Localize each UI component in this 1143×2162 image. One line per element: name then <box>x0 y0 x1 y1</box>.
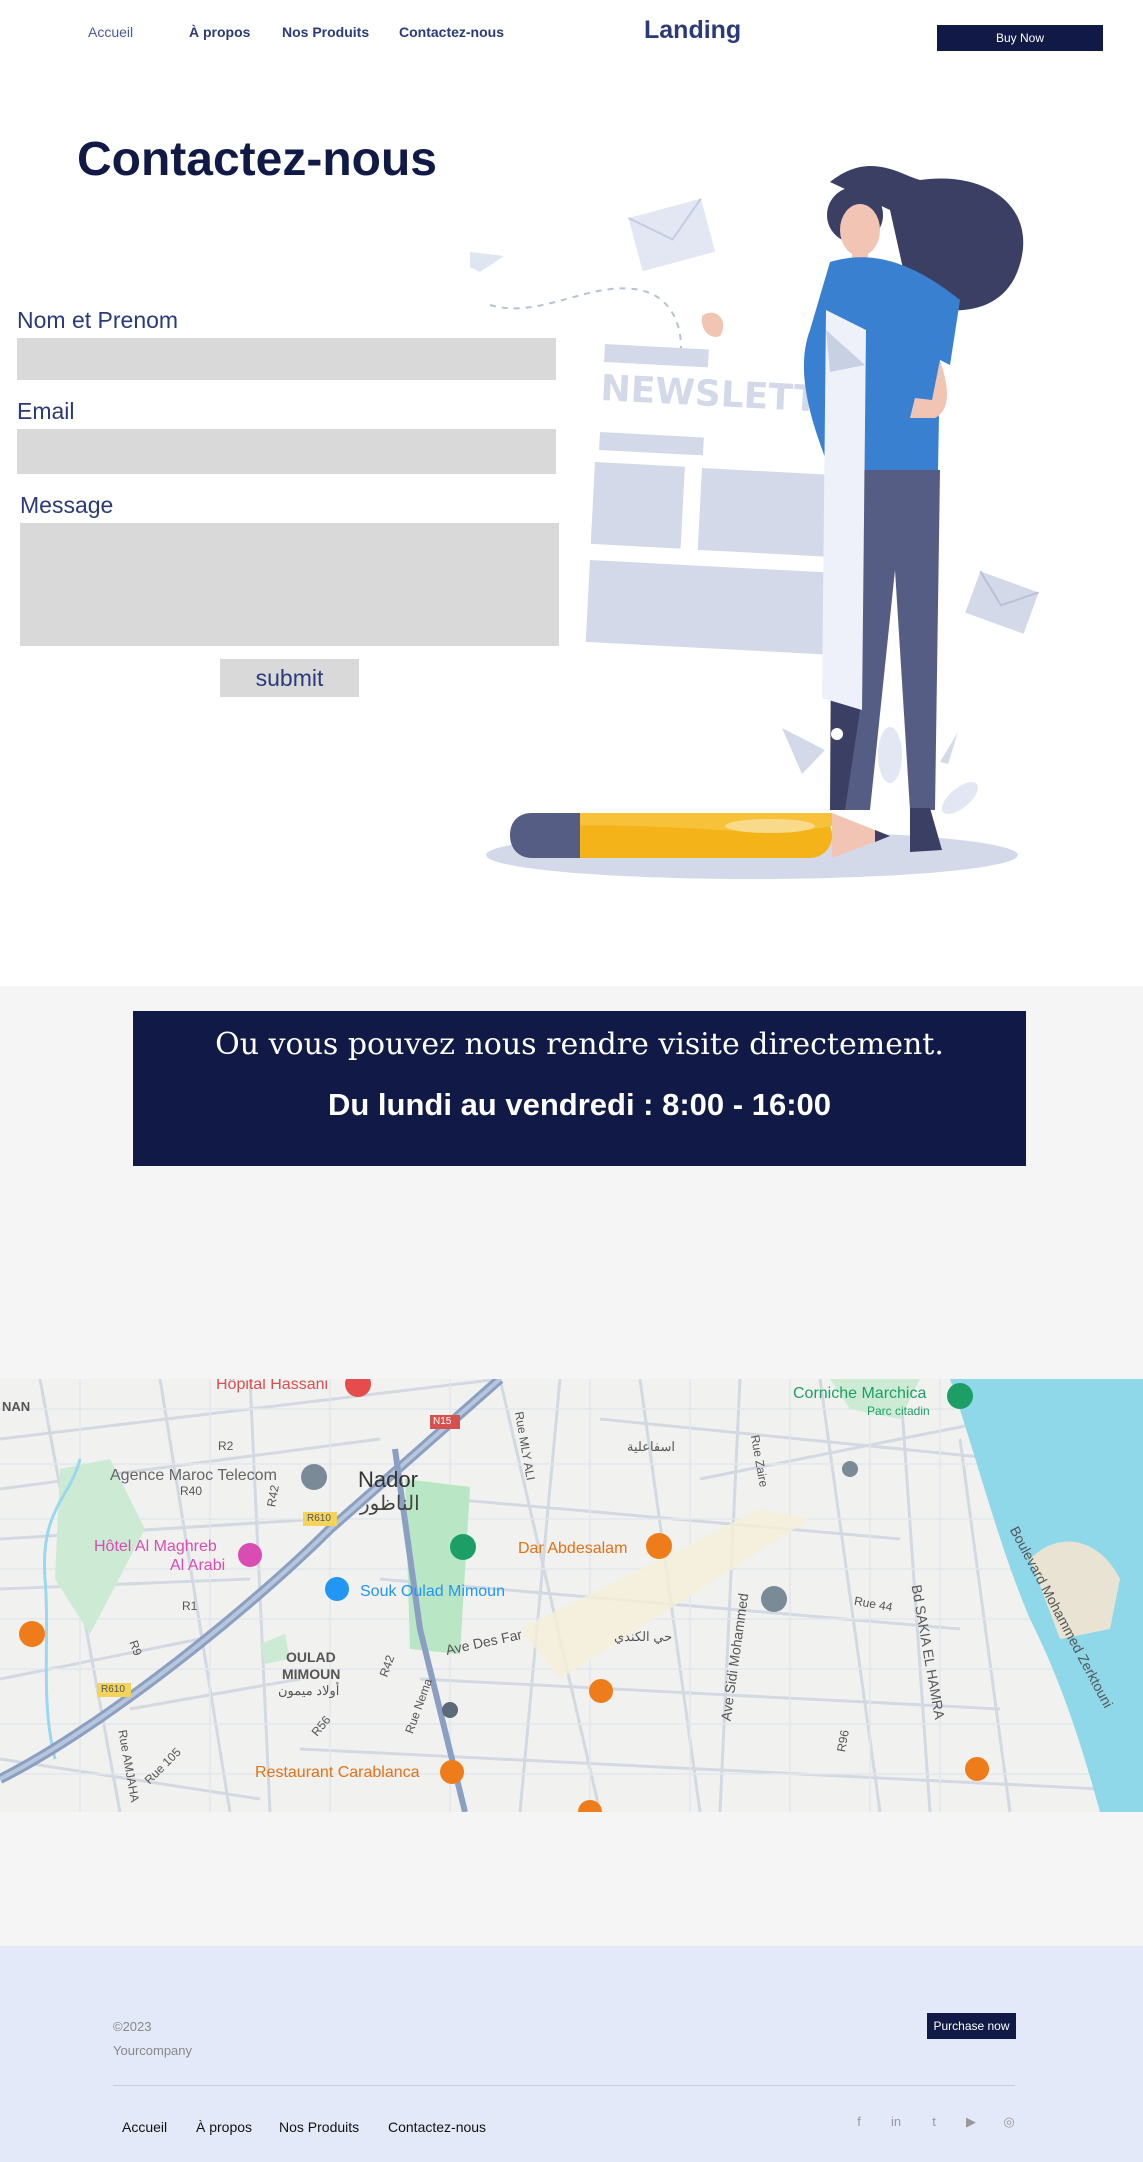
twitter-icon[interactable]: t <box>926 2114 942 2130</box>
footer-divider <box>113 2085 1015 2086</box>
map-label-oulad-mimoun-arabic: أولاد ميمون <box>278 1683 340 1698</box>
road-shield-r610-2: R610 <box>101 1684 125 1695</box>
footer: ©2023 Yourcompany Purchase now Accueil À… <box>0 1946 1143 2162</box>
map-label-souk: Souk Oulad Mimoun <box>360 1583 505 1600</box>
email-label: Email <box>17 398 75 424</box>
instagram-icon[interactable]: ◎ <box>1001 2114 1017 2130</box>
road-label-r40: R40 <box>180 1484 203 1498</box>
road-shield-n15: N15 <box>433 1416 452 1427</box>
visit-banner: Ou vous pouvez nous rendre visite direct… <box>133 1011 1026 1166</box>
newsletter-illustration: NEWSLETTER <box>470 165 1039 879</box>
youtube-icon[interactable]: ▶ <box>963 2114 979 2130</box>
submit-button[interactable]: submit <box>220 659 359 697</box>
road-label-r1: R1 <box>182 1599 198 1613</box>
footer-link-accueil[interactable]: Accueil <box>122 2119 167 2135</box>
name-label: Nom et Prenom <box>17 307 179 333</box>
nav-link-a-propos[interactable]: À propos <box>189 24 250 40</box>
message-label: Message <box>20 492 114 518</box>
map-label-oulad: OULAD <box>286 1649 336 1665</box>
location-map[interactable]: Hôpital Hassani Agence Maroc Telecom Nad… <box>0 1379 1143 1812</box>
top-navigation: Accueil À propos Nos Produits Contactez-… <box>0 0 1143 70</box>
map-label-hopital: Hôpital Hassani <box>216 1379 329 1393</box>
map-label-restaurant-carablanca: Restaurant Carablanca <box>255 1764 420 1781</box>
road-label-r2: R2 <box>218 1439 234 1453</box>
map-label-nador-arabic: الناظور <box>360 1493 420 1515</box>
map-label-dar-abdesalam: Dar Abdesalam <box>518 1540 628 1557</box>
footer-company: Yourcompany <box>113 2043 193 2058</box>
nav-link-accueil[interactable]: Accueil <box>88 24 133 40</box>
footer-link-a-propos[interactable]: À propos <box>196 2119 252 2135</box>
map-label-maroc-telecom: Agence Maroc Telecom <box>110 1467 277 1484</box>
map-label-corniche: Corniche Marchica <box>793 1385 927 1402</box>
footer-link-contactez-nous[interactable]: Contactez-nous <box>388 2119 486 2135</box>
page-title: Contactez-nous <box>77 133 437 186</box>
footer-link-nos-produits[interactable]: Nos Produits <box>279 2119 359 2135</box>
map-label-hotel-2: Al Arabi <box>170 1557 226 1574</box>
map-label-nador: Nador <box>358 1467 418 1492</box>
linkedin-icon[interactable]: in <box>888 2114 904 2130</box>
map-label-hotel: Hôtel Al Maghreb <box>94 1538 217 1555</box>
map-label-mimoun: MIMOUN <box>282 1666 341 1682</box>
visit-heading: Ou vous pouvez nous rendre visite direct… <box>215 1027 944 1062</box>
facebook-icon[interactable]: f <box>851 2114 867 2130</box>
brand-logo[interactable]: Landing <box>644 16 741 45</box>
buy-now-button[interactable]: Buy Now <box>937 25 1103 51</box>
map-label-hay-kindi: حي الكندي <box>614 1629 673 1644</box>
purchase-now-button[interactable]: Purchase now <box>927 2013 1016 2039</box>
map-label-parc: Parc citadin <box>867 1404 930 1418</box>
map-label-nan: NAN <box>2 1399 31 1414</box>
map-label-asfaaliya: اسفاعلية <box>627 1439 675 1454</box>
nav-link-contactez-nous[interactable]: Contactez-nous <box>399 24 504 40</box>
opening-hours: Du lundi au vendredi : 8:00 - 16:00 <box>327 1087 831 1122</box>
footer-copyright: ©2023 <box>113 2019 152 2034</box>
road-shield-r610: R610 <box>307 1513 331 1524</box>
nav-link-nos-produits[interactable]: Nos Produits <box>282 24 369 40</box>
